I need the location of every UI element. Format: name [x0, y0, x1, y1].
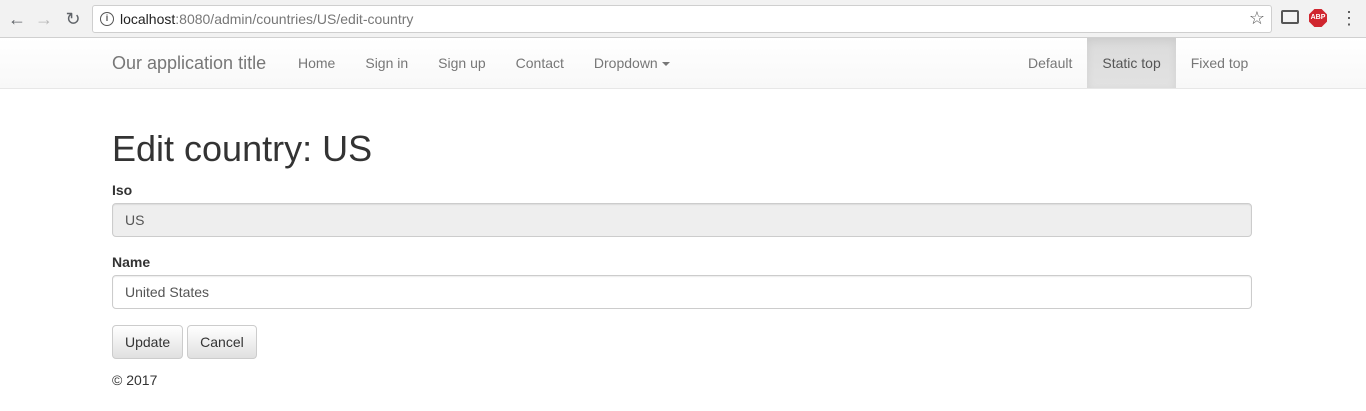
url-host: localhost	[120, 11, 176, 27]
nav-item-static-top[interactable]: Static top	[1087, 38, 1176, 88]
forward-arrow-icon[interactable]: →	[33, 8, 55, 30]
page-title: Edit country: US	[112, 128, 373, 169]
cancel-button[interactable]: Cancel	[187, 325, 257, 359]
dropdown-label: Dropdown	[593, 55, 658, 71]
adblock-icon[interactable]: ABP	[1309, 9, 1327, 27]
navbar: Our application title Home Sign in Sign …	[0, 38, 1366, 89]
reload-icon[interactable]: ↻	[62, 8, 84, 30]
iso-field[interactable]	[112, 203, 1252, 237]
name-field[interactable]	[112, 275, 1252, 309]
browser-menu-icon[interactable]: ⋮	[1340, 7, 1358, 29]
back-arrow-icon[interactable]: ←	[6, 8, 28, 30]
nav-item-default[interactable]: Default	[1013, 38, 1087, 88]
iso-label: Iso	[112, 182, 133, 198]
main-content: Edit country: US Iso Name Update Cancel …	[112, 89, 1252, 388]
nav-left: Home Sign in Sign up Contact Dropdown	[283, 38, 685, 88]
info-icon[interactable]: i	[100, 12, 114, 26]
nav-item-sign-in[interactable]: Sign in	[350, 38, 423, 88]
nav-item-fixed-top[interactable]: Fixed top	[1176, 38, 1264, 88]
form-actions: Update Cancel	[112, 325, 1252, 359]
cast-icon[interactable]	[1281, 10, 1299, 24]
update-button[interactable]: Update	[112, 325, 184, 359]
bookmark-star-icon[interactable]: ☆	[1249, 8, 1265, 29]
nav-item-contact[interactable]: Contact	[501, 38, 579, 88]
navbar-brand[interactable]: Our application title	[112, 53, 266, 74]
nav-right: Default Static top Fixed top	[1013, 38, 1263, 88]
address-bar[interactable]: i localhost:8080/admin/countries/US/edit…	[92, 5, 1272, 33]
url-text[interactable]: localhost:8080/admin/countries/US/edit-c…	[120, 11, 413, 27]
nav-item-home[interactable]: Home	[283, 38, 350, 88]
nav-item-dropdown[interactable]: Dropdown	[579, 38, 685, 88]
browser-toolbar: ← → ↻ i localhost:8080/admin/countries/U…	[0, 0, 1366, 38]
footer-copyright: © 2017	[112, 372, 158, 388]
url-path: :8080/admin/countries/US/edit-country	[175, 11, 414, 27]
name-label: Name	[112, 254, 151, 270]
caret-down-icon	[661, 62, 670, 67]
nav-item-sign-up[interactable]: Sign up	[423, 38, 500, 88]
